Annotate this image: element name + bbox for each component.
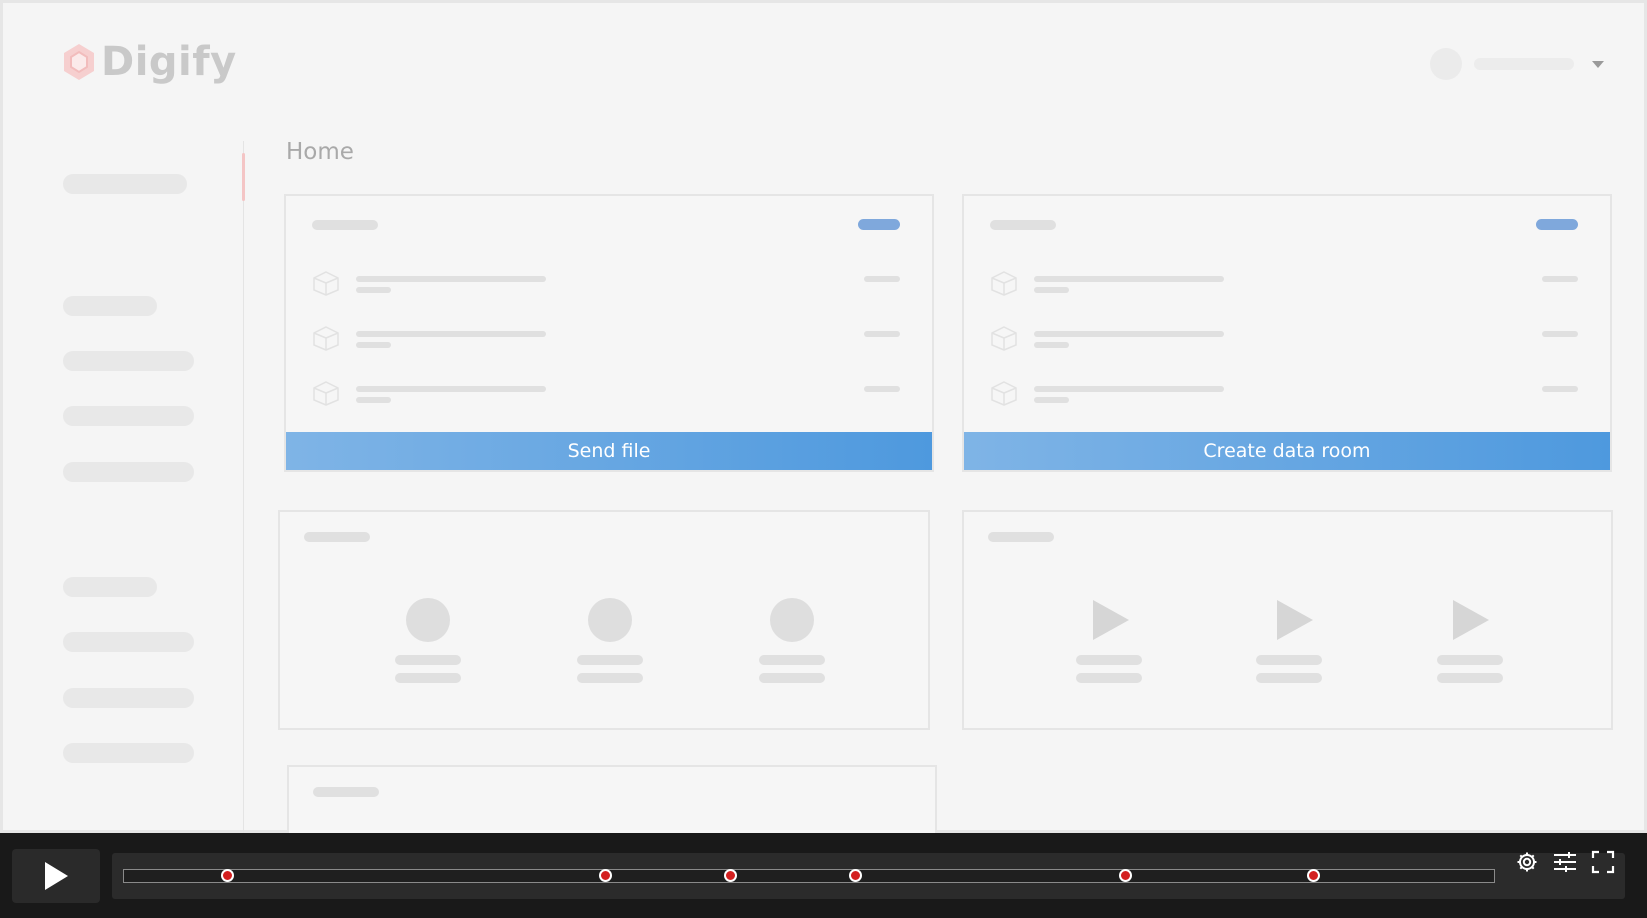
video-title-placeholder [1437,655,1503,665]
user-menu[interactable] [1430,48,1604,80]
sidebar-item-placeholder [63,406,194,426]
create-data-room-button[interactable]: Create data room [964,432,1610,470]
gear-icon [1517,852,1537,872]
row-subtitle-placeholder [356,397,391,403]
progress-track[interactable] [123,869,1495,883]
box-icon [991,271,1017,296]
video-player-controls [0,833,1647,918]
card-action-pill [1536,219,1578,230]
play-button[interactable] [12,849,100,903]
chapter-marker[interactable] [220,869,234,882]
sliders-icon [1554,852,1576,872]
play-icon [1277,600,1313,640]
contact-avatar [588,598,632,642]
contact-detail-placeholder [577,673,643,683]
adjustments-button[interactable] [1550,847,1580,877]
video-detail-placeholder [1437,673,1503,683]
row-subtitle-placeholder [356,287,391,293]
play-icon [45,862,68,890]
row-meta-placeholder [1542,276,1578,282]
row-meta-placeholder [864,331,900,337]
row-meta-placeholder [1542,386,1578,392]
settings-button[interactable] [1512,847,1542,877]
card-action-pill [858,219,900,230]
contact-name-placeholder [395,655,461,665]
page-title: Home [286,139,354,165]
sidebar-item-placeholder [63,351,194,371]
card-title-placeholder [988,532,1054,542]
sidebar-item-placeholder [63,174,187,194]
logo-text: Digify [101,39,237,85]
row-title-placeholder [1034,331,1224,337]
fullscreen-icon [1591,850,1615,874]
send-file-card: Send file [284,194,934,472]
row-meta-placeholder [864,386,900,392]
video-detail-placeholder [1076,673,1142,683]
row-title-placeholder [356,331,546,337]
sidebar-item-placeholder [63,743,194,763]
box-icon [991,326,1017,351]
avatar [1430,48,1462,80]
card-title-placeholder [312,220,378,230]
row-subtitle-placeholder [356,342,391,348]
contact-avatar [406,598,450,642]
videos-card [962,510,1613,730]
card-title-placeholder [304,532,370,542]
box-icon [991,381,1017,406]
contact-avatar [770,598,814,642]
sidebar-item-placeholder [63,577,157,597]
row-subtitle-placeholder [1034,342,1069,348]
timeline[interactable] [112,853,1625,899]
activity-card [287,765,937,840]
chevron-down-icon [1592,60,1604,68]
row-title-placeholder [356,386,546,392]
digify-logo-icon [64,44,94,80]
contacts-card [278,510,930,730]
box-icon [313,326,339,351]
contact-name-placeholder [577,655,643,665]
user-name-placeholder [1474,58,1574,70]
box-icon [313,381,339,406]
card-title-placeholder [990,220,1056,230]
row-meta-placeholder [864,276,900,282]
row-subtitle-placeholder [1034,287,1069,293]
row-subtitle-placeholder [1034,397,1069,403]
box-icon [313,271,339,296]
card-title-placeholder [313,787,379,797]
sidebar-item-placeholder [63,688,194,708]
fullscreen-button[interactable] [1588,847,1618,877]
video-detail-placeholder [1256,673,1322,683]
app-logo: Digify [61,39,237,85]
video-frame: Digify Home Send file Create data room [0,0,1647,840]
create-data-room-card: Create data room [962,194,1612,472]
row-title-placeholder [356,276,546,282]
play-icon [1093,600,1129,640]
sidebar-item-placeholder [63,296,157,316]
sidebar-item-placeholder [63,632,194,652]
video-title-placeholder [1076,655,1142,665]
sidebar-item-placeholder [63,462,194,482]
row-title-placeholder [1034,276,1224,282]
row-title-placeholder [1034,386,1224,392]
contact-name-placeholder [759,655,825,665]
contact-detail-placeholder [395,673,461,683]
row-meta-placeholder [1542,331,1578,337]
contact-detail-placeholder [759,673,825,683]
sidebar-divider [243,141,244,836]
send-file-button[interactable]: Send file [286,432,932,470]
sidebar-active-indicator [242,153,245,201]
play-icon [1453,600,1489,640]
video-title-placeholder [1256,655,1322,665]
